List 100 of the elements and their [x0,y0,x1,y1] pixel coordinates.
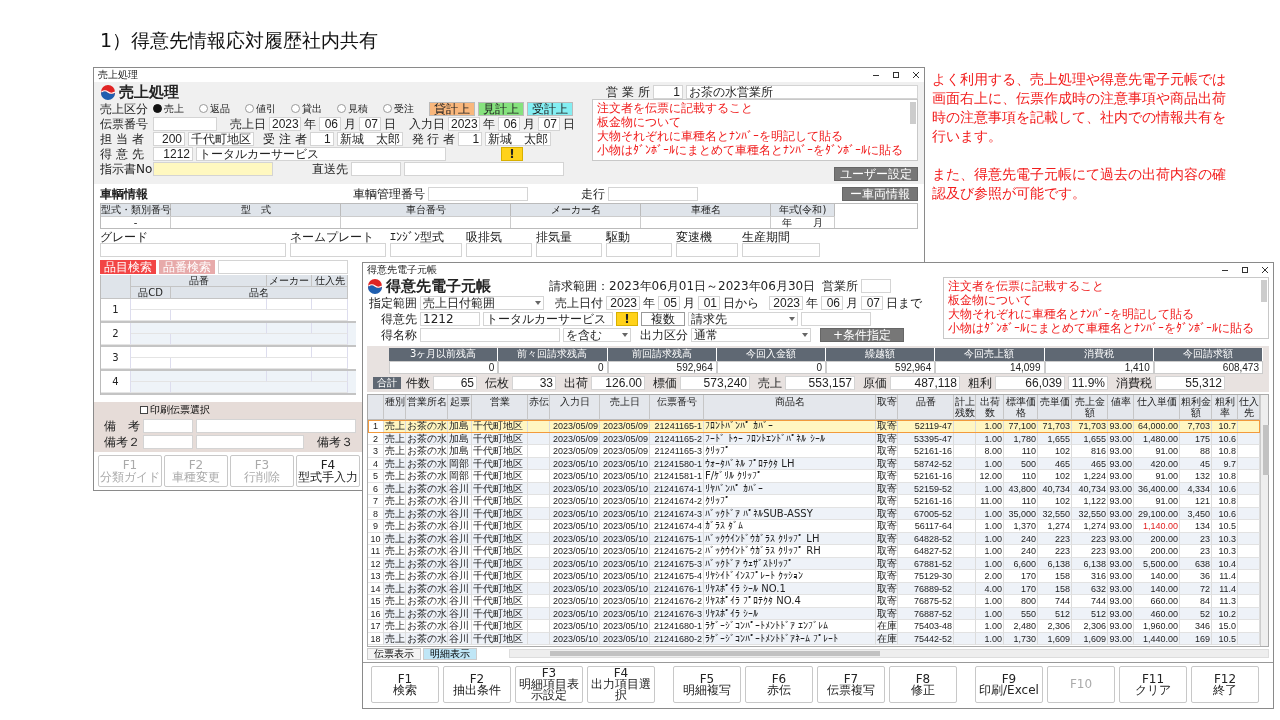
function-key-button[interactable]: F9 印刷/Excel [975,666,1043,703]
input-field[interactable]: トータルカーサービス [483,312,613,326]
input-field[interactable]: 06 [498,116,520,131]
input-field[interactable] [153,116,217,131]
user-settings-button[interactable]: ユーザー設定 [834,167,918,181]
input-field[interactable]: 2023 [606,296,640,310]
input-field[interactable] [536,243,602,257]
function-key-button[interactable]: F1 検索 [371,666,439,703]
function-key-button[interactable]: F7 伝票複写 [817,666,885,703]
close-icon[interactable] [1261,266,1269,274]
input-field[interactable] [218,260,348,274]
input-field[interactable]: 487,118 [890,376,960,390]
input-field[interactable]: 2023 [269,116,301,131]
input-field[interactable] [351,161,401,176]
radio-button[interactable]: 返品 [199,102,242,115]
input-field[interactable] [676,243,738,257]
post-button[interactable]: 見計上 [478,101,524,116]
multiple-button[interactable]: 複数 [641,312,685,326]
input-field[interactable]: 1 [309,131,334,146]
input-field[interactable]: 06 [319,116,341,131]
input-field[interactable]: 07 [538,116,560,131]
input-field[interactable]: 33 [512,376,556,390]
input-field[interactable]: 07 [359,116,381,131]
dropdown[interactable]: 通常 [691,328,811,342]
view-tab[interactable]: 明細表示 [423,647,477,660]
table-row[interactable]: 17 売上 お茶の水 谷川 千代町地区 2023/05/10 2023/05/10 21241680-1 ﾗｹﾞｰｼﾞｺﾝﾊﾟｰﾄﾒﾝﾄﾄﾞｱ ｴﾝﾌﾞﾚﾑ 在庫 75403-48 1.00 2,480 2,306 2,306 93.00 1,960.00 346 15.0 [368,620,1260,633]
input-field[interactable]: 2023 [769,296,803,310]
input-field[interactable]: 65 [433,376,477,390]
input-field[interactable] [143,435,193,449]
input-field[interactable] [801,312,871,326]
function-key-button[interactable]: F6 赤伝 [745,666,813,703]
input-field[interactable]: 2023 [448,116,480,131]
input-field[interactable]: 06 [821,296,843,310]
checkbox[interactable]: 印刷伝票選択 [140,404,210,416]
radio-button[interactable]: 見積 [337,102,380,115]
input-field[interactable] [466,243,532,257]
table-row[interactable]: 7 売上 お茶の水 谷川 千代町地区 2023/05/10 2023/05/10 21241674-2 ｸﾘｯﾌﾟ 取寄 52161-16 11.00 110 102 1,122 93.00 91.00 121 10.8 [368,495,1260,508]
table-row[interactable]: 13 売上 お茶の水 谷川 千代町地区 2023/05/10 2023/05/10 21241675-4 ﾘﾔｼｲﾄﾞｲﾝｽﾌﾟﾚｰﾄ ｸｯｼｮﾝ 取寄 75129-30 2.00 170 158 316 93.00 140.00 36 11.4 [368,570,1260,583]
radio-button[interactable]: 値引 [245,102,288,115]
maximize-icon[interactable] [1241,266,1249,274]
table-row[interactable]: 15 売上 お茶の水 谷川 千代町地区 2023/05/10 2023/05/10 21241676-2 ﾘﾔｽﾎﾟｲﾗ ﾌﾟﾛﾃｸﾀ NO.4 取寄 76875-52 1.00 800 744 744 93.00 660.00 84 11.3 [368,595,1260,608]
table-row[interactable]: 9 売上 お茶の水 谷川 千代町地区 2023/05/10 2023/05/10 21241674-4 ｶﾞﾗｽ ﾀﾞﾑ 取寄 56117-64 1.00 1,370 1,274 1,274 93.00 1,140.00 134 10.5 [368,520,1260,533]
input-field[interactable]: 01 [698,296,720,310]
table-row[interactable]: 11 売上 お茶の水 谷川 千代町地区 2023/05/10 2023/05/10 21241675-2 ﾊﾞｯｸｳｲﾝﾄﾞｳｶﾞﾗｽ ｸﾘｯﾌﾟ RH 取寄 64827-52 1.00 240 223 223 93.00 200.00 23 10.3 [368,545,1260,558]
alert-button[interactable]: ! [501,146,523,161]
input-field[interactable] [404,161,564,176]
input-field[interactable]: 05 [658,296,680,310]
input-field[interactable]: 新城 太郎 [485,131,552,146]
radio-button[interactable]: 貸出 [291,102,334,115]
view-tab[interactable]: 伝票表示 [367,647,421,660]
input-field[interactable]: 200 [153,131,185,146]
alert-button[interactable]: ! [616,312,638,326]
input-field[interactable] [100,243,286,257]
input-field[interactable] [196,435,304,449]
input-field[interactable] [290,243,386,257]
function-key-button[interactable]: F2 抽出条件 [443,666,511,703]
input-field[interactable] [742,243,820,257]
dropdown[interactable]: 売上日付範囲 [420,296,544,310]
input-field[interactable]: トータルカーサービス [196,146,446,161]
input-field[interactable] [606,243,672,257]
scrollbar[interactable] [1261,280,1267,302]
close-icon[interactable] [912,71,920,79]
input-field[interactable] [608,187,698,201]
input-field[interactable]: 1212 [420,312,480,326]
input-field[interactable] [861,279,891,293]
input-field[interactable]: 66,039 [995,376,1065,390]
scrollbar[interactable] [910,102,916,124]
scrollbar[interactable] [509,649,1269,658]
input-field[interactable]: 千代町地区 [188,131,254,146]
input-field[interactable]: 573,240 [680,376,750,390]
input-field[interactable]: 11.9% [1068,376,1108,390]
vehicle-info-button[interactable]: ー車両情報 [842,187,918,201]
input-field[interactable] [420,328,560,342]
input-field[interactable] [153,161,273,176]
dropdown[interactable]: 請求先 [688,312,798,326]
function-key-button[interactable]: F3 明細項目表示設定 [515,666,583,703]
input-field[interactable] [196,419,356,433]
input-field[interactable] [428,187,528,201]
table-row[interactable]: 1 売上 お茶の水 加島 千代町地区 2023/05/09 2023/05/09 21241165-1 ﾌﾛﾝﾄﾊﾞﾝﾊﾟ ｶﾊﾞｰ 取寄 52119-47 1.00 77,100 71,703 71,703 93.00 64,000.00 7,703 10.7 [368,420,1260,433]
function-key-button[interactable]: F5 明細複写 [673,666,741,703]
input-field[interactable]: 1212 [153,146,193,161]
input-field[interactable]: 1 [653,85,683,99]
table-row[interactable]: 5 売上 お茶の水 岡部 千代町地区 2023/05/10 2023/05/10 21241581-1 F/ｹﾞﾘﾙ ｸﾘｯﾌﾟ 取寄 52161-16 12.00 110 102 1,224 93.00 91.00 132 10.8 [368,470,1260,483]
input-field[interactable]: 55,312 [1155,376,1225,390]
input-field[interactable]: 07 [861,296,883,310]
input-field[interactable]: 新城 太郎 [336,131,403,146]
scrollbar[interactable] [1260,395,1268,646]
function-key-button[interactable]: F4 出力項目選択 [587,666,655,703]
maximize-icon[interactable] [892,71,900,79]
function-key-button[interactable]: F11 クリア [1119,666,1187,703]
radio-button[interactable]: 売上 [153,102,196,115]
input-field[interactable] [390,243,462,257]
function-key-button[interactable]: F12 終了 [1191,666,1259,703]
input-field[interactable]: 553,157 [785,376,855,390]
post-button[interactable]: 貸計上 [429,101,475,116]
add-condition-button[interactable]: +条件指定 [820,328,904,342]
input-field[interactable]: 1 [458,131,483,146]
input-field[interactable] [143,419,193,433]
radio-button[interactable]: 受注 [383,102,426,115]
table-row[interactable]: 3 売上 お茶の水 加島 千代町地区 2023/05/09 2023/05/09 21241165-3 ｸﾘｯﾌﾟ 取寄 52161-16 8.00 110 102 816 93.00 91.00 88 10.8 [368,445,1260,458]
